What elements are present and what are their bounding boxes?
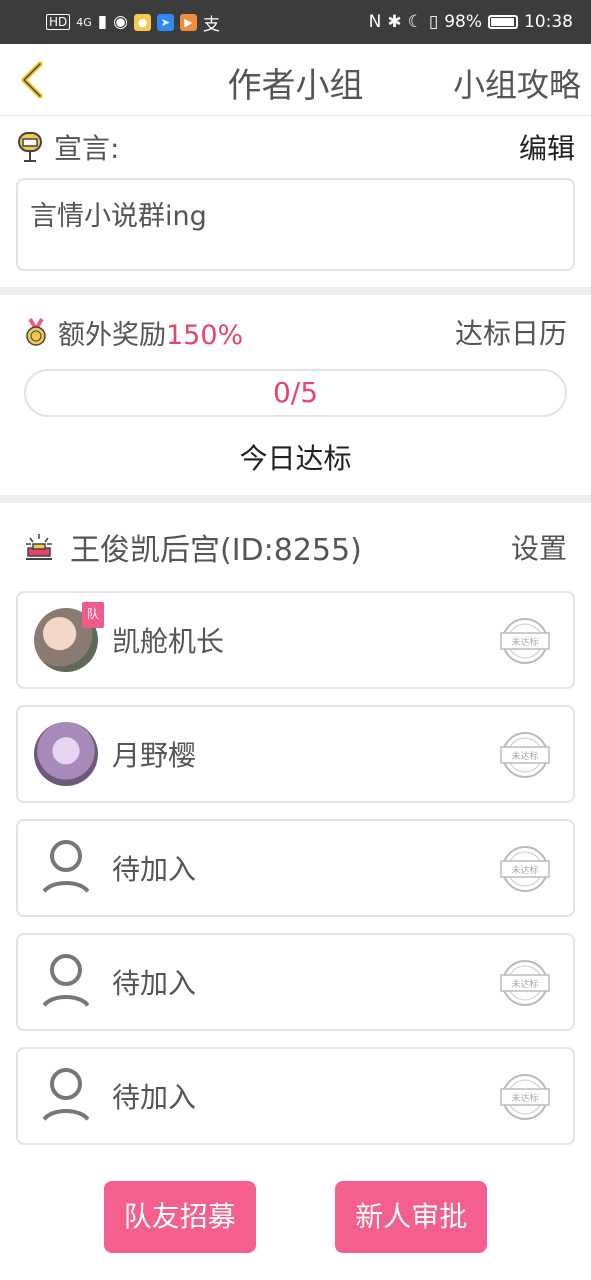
avatar bbox=[34, 722, 98, 786]
eye-icon: ◉ bbox=[113, 12, 128, 32]
status-bar: HD 4G ▮ ◉ ● ➤ ▶ 支 N ✱ ☾ ▯ 98% 10:38 bbox=[0, 0, 591, 44]
team-name: 王俊凯后宫(ID:8255) bbox=[70, 533, 362, 568]
status-right: N ✱ ☾ ▯ 98% 10:38 bbox=[369, 12, 573, 32]
manifesto-label: 宣言: bbox=[54, 132, 120, 165]
member-name: 待加入 bbox=[112, 967, 197, 1000]
member-name: 待加入 bbox=[112, 1081, 197, 1114]
status-left: HD 4G ▮ ◉ ● ➤ ▶ 支 bbox=[46, 10, 220, 35]
medal-icon bbox=[26, 317, 46, 346]
member-name: 凯舱机长 bbox=[112, 625, 225, 658]
mailbox-icon bbox=[18, 132, 42, 162]
action-buttons: 队友招募 新人审批 bbox=[0, 1161, 591, 1253]
member-name: 待加入 bbox=[112, 853, 197, 886]
app-icon-blue: ➤ bbox=[157, 13, 174, 31]
stamp-text: 未达标 bbox=[511, 1092, 538, 1104]
team-header: 王俊凯后宫(ID:8255) 设置 bbox=[0, 503, 591, 591]
member-row[interactable]: 待加入 未达标 bbox=[16, 933, 575, 1031]
not-qualified-stamp-icon: 未达标 bbox=[500, 1074, 550, 1120]
team-name-group: 王俊凯后宫(ID:8255) bbox=[24, 525, 362, 569]
signal-icon: ▮ bbox=[97, 12, 108, 32]
app-icon-yellow: ● bbox=[134, 13, 151, 31]
not-qualified-stamp-icon: 未达标 bbox=[500, 618, 550, 664]
member-row[interactable]: 月野樱 未达标 bbox=[16, 705, 575, 803]
approve-newcomers-button[interactable]: 新人审批 bbox=[335, 1181, 488, 1253]
member-row[interactable]: 待加入 未达标 bbox=[16, 1047, 575, 1145]
manifesto-text-box[interactable]: 言情小说群ing bbox=[16, 178, 575, 271]
member-name: 月野樱 bbox=[112, 739, 197, 772]
network-icon: 4G bbox=[76, 15, 92, 29]
calendar-link[interactable]: 达标日历 bbox=[455, 312, 567, 352]
member-row[interactable]: 队 凯舱机长 未达标 bbox=[16, 591, 575, 689]
captain-badge: 队 bbox=[82, 602, 104, 628]
section-divider bbox=[0, 287, 591, 295]
user-placeholder-icon bbox=[40, 954, 92, 1013]
stamp-text: 未达标 bbox=[511, 978, 538, 990]
edit-button[interactable]: 编辑 bbox=[519, 127, 575, 167]
user-placeholder-icon bbox=[40, 1068, 92, 1127]
bonus-label-group: 额外奖励150% bbox=[24, 313, 243, 352]
manifesto-label-group: 宣言: bbox=[16, 127, 119, 167]
battery-percent: 98% bbox=[444, 12, 482, 32]
battery-icon bbox=[488, 15, 518, 29]
today-status: 今日达标 bbox=[239, 442, 352, 475]
moon-icon: ☾ bbox=[407, 12, 423, 32]
trophy-stage-icon bbox=[26, 534, 52, 560]
bluetooth-icon: ✱ bbox=[387, 12, 402, 32]
manifesto-text: 言情小说群ing bbox=[30, 201, 207, 232]
not-qualified-stamp-icon: 未达标 bbox=[500, 846, 550, 892]
progress-value: 0/5 bbox=[272, 376, 319, 409]
avatar: 队 bbox=[34, 602, 104, 672]
stamp-text: 未达标 bbox=[511, 864, 538, 876]
not-qualified-stamp-icon: 未达标 bbox=[500, 960, 550, 1006]
settings-button[interactable]: 设置 bbox=[511, 527, 567, 567]
manifesto-header: 宣言: 编辑 bbox=[16, 116, 575, 178]
member-list: 队 凯舱机长 未达标 月野樱 未达标 待加入 未达标 待加入 未达标 待加入 未… bbox=[0, 591, 591, 1145]
hd-icon: HD bbox=[46, 14, 71, 30]
stamp-text: 未达标 bbox=[511, 636, 538, 648]
member-row[interactable]: 待加入 未达标 bbox=[16, 819, 575, 917]
alipay-icon: 支 bbox=[203, 14, 220, 35]
bonus-header: 额外奖励150% 达标日历 bbox=[0, 295, 591, 369]
recruit-teammates-button[interactable]: 队友招募 bbox=[103, 1181, 256, 1253]
section-divider-2 bbox=[0, 495, 591, 503]
vibrate-icon: ▯ bbox=[428, 12, 439, 32]
nav-bar: 作者小组 小组攻略 bbox=[0, 44, 591, 116]
bonus-label: 额外奖励 bbox=[58, 319, 166, 351]
clock: 10:38 bbox=[524, 12, 573, 32]
stamp-text: 未达标 bbox=[511, 750, 538, 762]
progress-bar: 0/5 bbox=[24, 369, 567, 417]
bonus-percent: 150% bbox=[166, 319, 244, 351]
user-placeholder-icon bbox=[40, 840, 92, 899]
not-qualified-stamp-icon: 未达标 bbox=[500, 732, 550, 778]
group-guide-link[interactable]: 小组攻略 bbox=[453, 60, 581, 106]
app-icon-orange: ▶ bbox=[180, 13, 197, 31]
nfc-icon: N bbox=[368, 12, 382, 32]
